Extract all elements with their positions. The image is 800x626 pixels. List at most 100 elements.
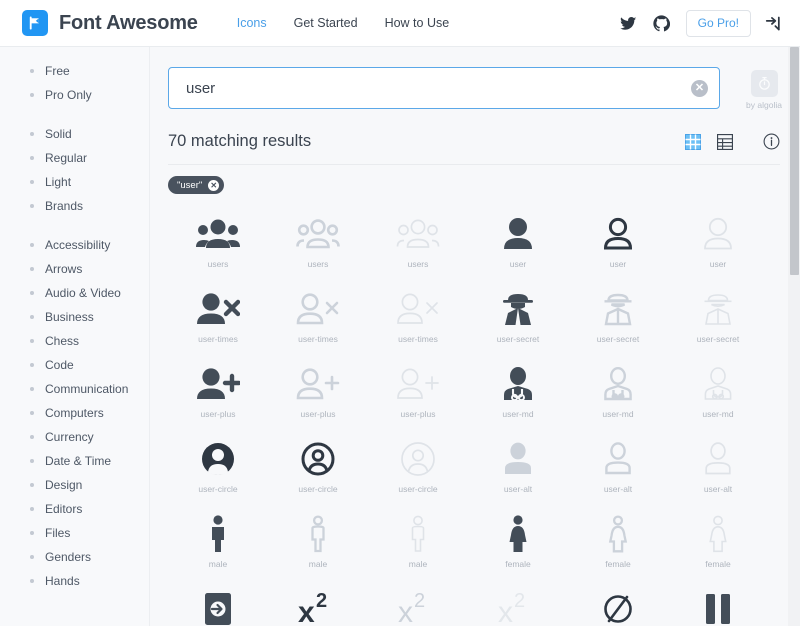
sidebar-item-currency[interactable]: Currency bbox=[0, 425, 149, 449]
icon-cell-user-times-solid[interactable]: user-times bbox=[168, 285, 268, 360]
search-box[interactable]: user ✕ bbox=[168, 67, 720, 109]
bullet-icon bbox=[30, 93, 34, 97]
icon-cell-user-secret-light[interactable]: user-secret bbox=[668, 285, 768, 360]
sidebar-item-computers[interactable]: Computers bbox=[0, 401, 149, 425]
icon-label: user-circle bbox=[298, 484, 338, 494]
icon-cell-male-light[interactable]: male bbox=[368, 510, 468, 585]
icon-cell-user-secret-solid[interactable]: user-secret bbox=[468, 285, 568, 360]
sidebar-item-genders[interactable]: Genders bbox=[0, 545, 149, 569]
icon-label: user-secret bbox=[696, 334, 740, 344]
sidebar-item-accessibility[interactable]: Accessibility bbox=[0, 233, 149, 257]
sidebar-item-editors[interactable]: Editors bbox=[0, 497, 149, 521]
nav-how-to-use[interactable]: How to Use bbox=[385, 16, 450, 30]
info-circle-icon[interactable] bbox=[763, 133, 780, 150]
icon-cell-slash-circle[interactable] bbox=[568, 585, 668, 626]
icon-cell-female-solid[interactable]: female bbox=[468, 510, 568, 585]
sidebar-item-arrows[interactable]: Arrows bbox=[0, 257, 149, 281]
icon-label: user-times bbox=[298, 334, 338, 344]
sidebar-item-label: Chess bbox=[45, 334, 80, 348]
icon-cell-user-circle-light[interactable]: user-circle bbox=[368, 435, 468, 510]
icon-cell-user-alt-solid[interactable]: user-alt bbox=[468, 435, 568, 510]
icon-cell-user-secret-regular[interactable]: user-secret bbox=[568, 285, 668, 360]
search-input[interactable]: user bbox=[186, 80, 215, 97]
icon-cell-user-alt-regular[interactable]: user-alt bbox=[568, 435, 668, 510]
sidebar-group-plan: Free Pro Only bbox=[0, 59, 149, 107]
sign-in-icon[interactable] bbox=[765, 15, 784, 32]
icon-cell-user-alt-light[interactable]: user-alt bbox=[668, 435, 768, 510]
icon-label: user-md bbox=[502, 409, 534, 419]
icon-cell-user-times-regular[interactable]: user-times bbox=[268, 285, 368, 360]
sidebar-item-brands[interactable]: Brands bbox=[0, 194, 149, 218]
icon-cell-user-circle-regular[interactable]: user-circle bbox=[268, 435, 368, 510]
icon-cell-users-solid[interactable]: users bbox=[168, 210, 268, 285]
page-scrollbar-track[interactable] bbox=[788, 47, 800, 626]
sidebar-item-audio-video[interactable]: Audio & Video bbox=[0, 281, 149, 305]
user-md-icon bbox=[502, 360, 534, 408]
sidebar-item-solid[interactable]: Solid bbox=[0, 122, 149, 146]
icon-cell-user-plus-regular[interactable]: user-plus bbox=[268, 360, 368, 435]
user-md-icon bbox=[602, 360, 634, 408]
bullet-icon bbox=[30, 69, 34, 73]
icon-cell-pause[interactable] bbox=[668, 585, 768, 626]
icon-cell-male-solid[interactable]: male bbox=[168, 510, 268, 585]
sidebar-item-files[interactable]: Files bbox=[0, 521, 149, 545]
github-icon[interactable] bbox=[652, 14, 670, 32]
icon-label: user-alt bbox=[503, 484, 533, 494]
sidebar-item-design[interactable]: Design bbox=[0, 473, 149, 497]
chip-remove-icon[interactable]: ✕ bbox=[208, 179, 220, 191]
icon-cell-user-md-regular[interactable]: user-md bbox=[568, 360, 668, 435]
grid-view-icon[interactable] bbox=[685, 133, 701, 150]
icon-cell-user-md-light[interactable]: user-md bbox=[668, 360, 768, 435]
sidebar-item-label: Currency bbox=[45, 430, 94, 444]
sidebar-item-pro-only[interactable]: Pro Only bbox=[0, 83, 149, 107]
icon-cell-user-solid[interactable]: user bbox=[468, 210, 568, 285]
sidebar-item-date-time[interactable]: Date & Time bbox=[0, 449, 149, 473]
sidebar-item-business[interactable]: Business bbox=[0, 305, 149, 329]
icon-cell-user-plus-solid[interactable]: user-plus bbox=[168, 360, 268, 435]
filter-chip-user[interactable]: "user" ✕ bbox=[168, 176, 225, 194]
list-view-icon[interactable] bbox=[717, 133, 733, 150]
icon-cell-user-regular[interactable]: user bbox=[568, 210, 668, 285]
main-nav: Icons Get Started How to Use bbox=[237, 16, 476, 30]
icon-cell-users-light[interactable]: users bbox=[368, 210, 468, 285]
icon-cell-female-regular[interactable]: female bbox=[568, 510, 668, 585]
user-secret-icon bbox=[702, 285, 734, 333]
sidebar-item-communication[interactable]: Communication bbox=[0, 377, 149, 401]
clear-search-icon[interactable]: ✕ bbox=[691, 80, 708, 97]
icon-label: male bbox=[308, 559, 328, 569]
icon-cell-user-md-solid[interactable]: user-md bbox=[468, 360, 568, 435]
icon-cell-superscript-light[interactable]: x 2 bbox=[468, 585, 568, 626]
sidebar-item-light[interactable]: Light bbox=[0, 170, 149, 194]
nav-icons[interactable]: Icons bbox=[237, 16, 267, 30]
go-pro-button[interactable]: Go Pro! bbox=[685, 9, 751, 37]
icon-label: users bbox=[207, 259, 229, 269]
icon-cell-male-regular[interactable]: male bbox=[268, 510, 368, 585]
icon-cell-user-circle-solid[interactable]: user-circle bbox=[168, 435, 268, 510]
sidebar-item-hands[interactable]: Hands bbox=[0, 569, 149, 593]
sidebar-item-code[interactable]: Code bbox=[0, 353, 149, 377]
brand[interactable]: Font Awesome bbox=[22, 10, 198, 36]
icon-cell-superscript-regular[interactable]: x 2 bbox=[368, 585, 468, 626]
icon-cell-users-regular[interactable]: users bbox=[268, 210, 368, 285]
page-scrollbar-thumb[interactable] bbox=[790, 47, 799, 275]
icon-cell-user-plus-light[interactable]: user-plus bbox=[368, 360, 468, 435]
bullet-icon bbox=[30, 243, 34, 247]
icon-cell-portal-enter[interactable] bbox=[168, 585, 268, 626]
sidebar-item-chess[interactable]: Chess bbox=[0, 329, 149, 353]
main-content: user ✕ by algolia 70 matching results "u… bbox=[150, 47, 800, 626]
female-icon bbox=[608, 510, 628, 558]
pause-icon bbox=[703, 585, 733, 626]
male-icon bbox=[309, 510, 327, 558]
algolia-label: by algolia bbox=[746, 100, 782, 110]
sidebar-item-regular[interactable]: Regular bbox=[0, 146, 149, 170]
nav-get-started[interactable]: Get Started bbox=[294, 16, 358, 30]
sidebar-item-free[interactable]: Free bbox=[0, 59, 149, 83]
icon-cell-female-light[interactable]: female bbox=[668, 510, 768, 585]
user-md-icon bbox=[702, 360, 734, 408]
twitter-icon[interactable] bbox=[619, 15, 637, 32]
icon-cell-user-times-light[interactable]: user-times bbox=[368, 285, 468, 360]
bullet-icon bbox=[30, 267, 34, 271]
icon-cell-user-light[interactable]: user bbox=[668, 210, 768, 285]
icon-cell-superscript-solid[interactable]: x 2 bbox=[268, 585, 368, 626]
icon-label: user-md bbox=[602, 409, 634, 419]
